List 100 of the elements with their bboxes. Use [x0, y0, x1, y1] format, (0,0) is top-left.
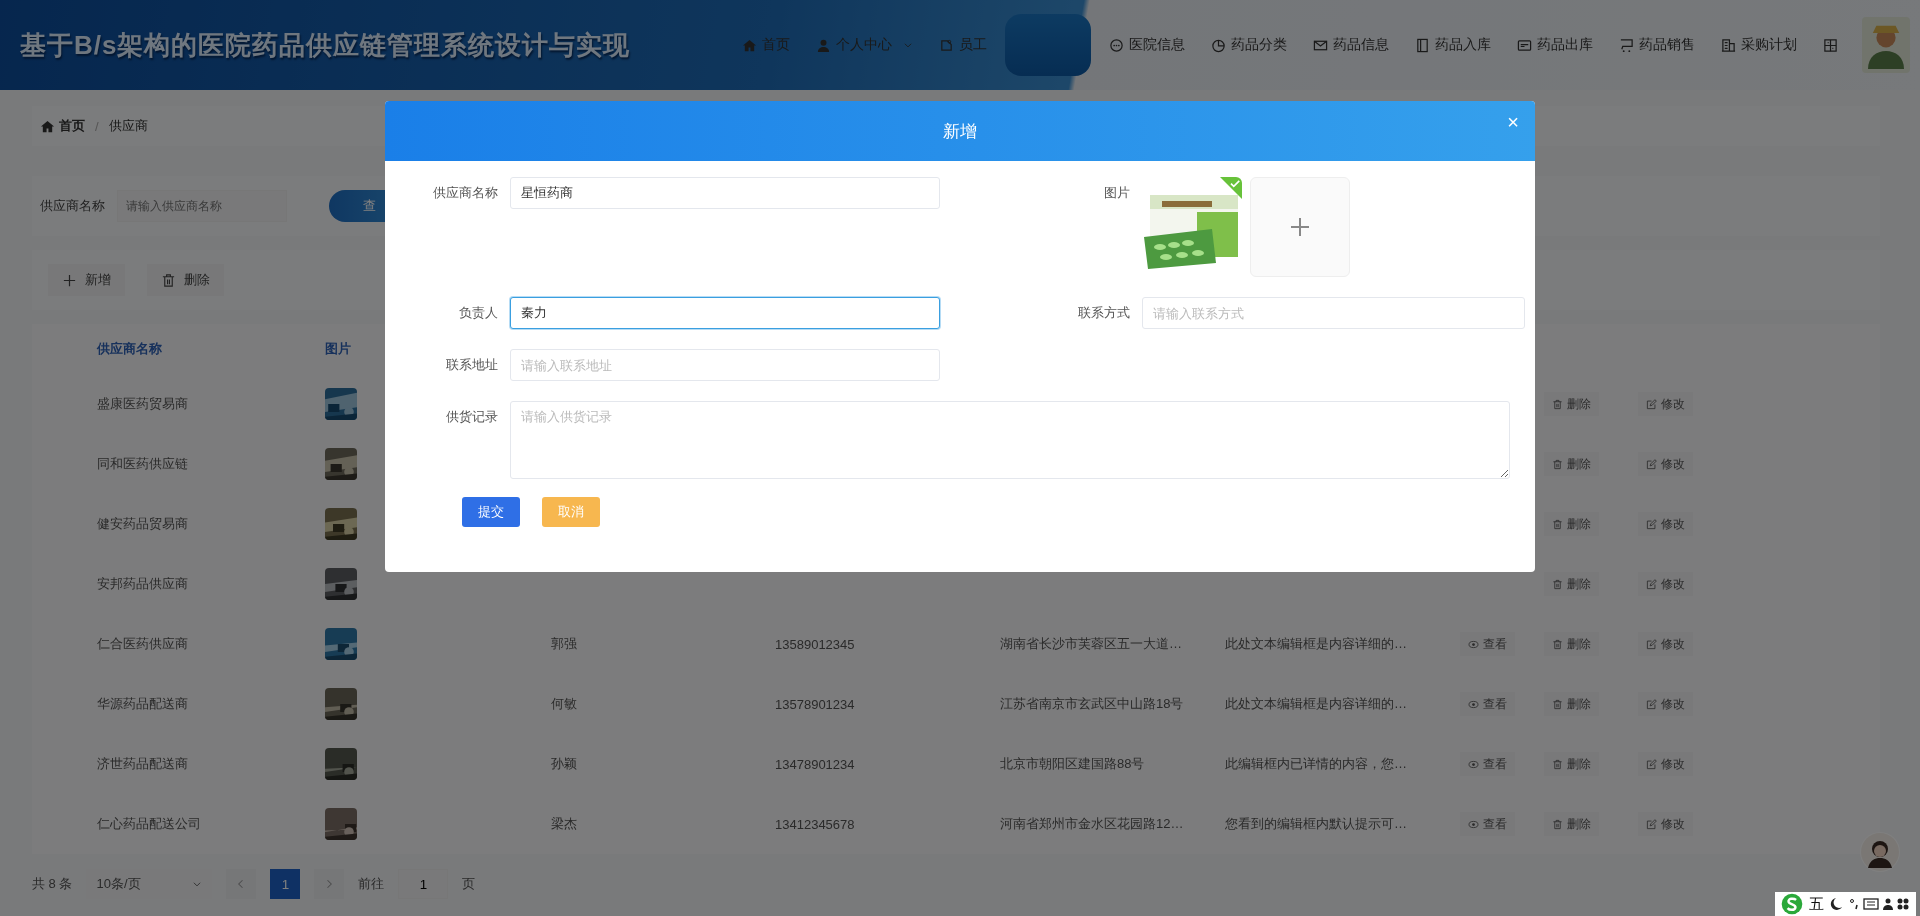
table-cell-text: 盛康医药贸易商	[97, 395, 189, 413]
search-field[interactable]: 请输入供应商名称	[117, 190, 287, 222]
edit-icon	[1646, 698, 1657, 710]
edit-icon	[1646, 518, 1657, 530]
home-icon	[40, 118, 55, 134]
home-icon	[742, 37, 757, 53]
column-header: 图片	[325, 340, 352, 358]
table-cell-text: 郭强	[551, 635, 578, 653]
pie-chart-icon	[1211, 37, 1226, 53]
site-title: 基于B/s架构的医院药品供应链管理系统设计与实现	[20, 28, 631, 62]
table-cell-text: 梁杰	[551, 815, 578, 833]
breadcrumb-separator: /	[95, 118, 99, 134]
eye-icon	[1468, 818, 1479, 830]
user-icon	[816, 37, 831, 53]
table-cell-text: 13412345678	[775, 816, 856, 832]
building-icon	[1721, 37, 1736, 53]
edit-icon	[1646, 818, 1657, 830]
edit-icon	[1646, 638, 1657, 650]
field-label: 图片	[1103, 184, 1131, 202]
dialog-title: 新增	[943, 120, 977, 143]
trash-icon	[1552, 758, 1563, 770]
card-icon	[1517, 37, 1532, 53]
trash-icon	[1552, 698, 1563, 710]
nav-item[interactable]: 药品出库	[1509, 25, 1601, 65]
close-button[interactable]: ×	[1503, 109, 1523, 136]
input-field[interactable]: 请输入联系方式	[1142, 297, 1525, 329]
goto-label: 前往	[358, 875, 385, 893]
text-area[interactable]: 请输入供货记录	[510, 401, 1510, 479]
edit-icon	[1646, 398, 1657, 410]
tag-icon	[939, 37, 954, 53]
table-cell-text: 仁合医药供应商	[97, 635, 189, 653]
input-field[interactable]: 星恒药商	[510, 177, 940, 209]
eye-icon	[1468, 698, 1479, 710]
input-field[interactable]: 请输入联系地址	[510, 349, 940, 381]
nav-item[interactable]: 药品分类	[1203, 25, 1295, 65]
eye-icon	[1468, 758, 1479, 770]
nav-item[interactable]: 医院信息	[1101, 25, 1193, 65]
field-label: 供应商名称	[40, 197, 105, 215]
breadcrumb-link[interactable]: 首页	[40, 117, 85, 135]
table-cell-text: 此编辑框内已详情的内容，您…	[1225, 755, 1408, 773]
nav-item[interactable]: 药品销售	[1611, 25, 1703, 65]
trash-icon	[161, 272, 176, 288]
avatar[interactable]	[1862, 17, 1910, 73]
cancel-button[interactable]: 取消	[542, 497, 600, 527]
table-cell-text: 同和医药供应链	[97, 455, 189, 473]
field-label: 供应商名称	[432, 184, 499, 202]
page-input[interactable]: 1	[398, 869, 449, 899]
table-cell-text: 济世药品配送商	[97, 755, 189, 773]
table-cell-text: 华源药品配送商	[97, 695, 189, 713]
edit-icon	[1646, 578, 1657, 590]
field-label: 联系方式	[1077, 304, 1131, 322]
nav-item[interactable]: 药品信息	[1305, 25, 1397, 65]
nav-item[interactable]: 采购计划	[1713, 25, 1805, 65]
book-icon	[1415, 37, 1430, 53]
edit-icon	[1646, 458, 1657, 470]
table-cell-text: 何敏	[551, 695, 578, 713]
delete-button[interactable]: 删除	[147, 264, 224, 296]
table-cell-text: 仁心药品配送公司	[97, 815, 202, 833]
edit-icon	[1646, 758, 1657, 770]
ime-logo-icon[interactable]	[1781, 893, 1803, 915]
table-cell-text: 您看到的编辑框内默认提示可…	[1225, 815, 1408, 833]
field-label: 负责人	[458, 304, 499, 322]
table-cell-text: 13478901234	[775, 756, 856, 772]
nav-item[interactable]	[1005, 14, 1091, 76]
input-mode-toggle[interactable]: 五	[1809, 894, 1824, 914]
table-cell-text: 江苏省南京市玄武区中山路18号	[1000, 695, 1185, 713]
total-count: 共 8 条	[32, 875, 73, 893]
eye-icon	[1468, 638, 1479, 650]
trash-icon	[1552, 638, 1563, 650]
table-cell-text: 13589012345	[775, 636, 856, 652]
table-cell-text: 13578901234	[775, 696, 856, 712]
submit-button[interactable]: 提交	[462, 497, 520, 527]
cart-icon	[1619, 37, 1634, 53]
chat-icon	[1109, 37, 1124, 53]
table-cell-text: 安邦药品供应商	[97, 575, 189, 593]
table-cell-text: 健安药品贸易商	[97, 515, 189, 533]
trash-icon	[1552, 398, 1563, 410]
nav-item[interactable]: 药品入库	[1407, 25, 1499, 65]
trash-icon	[1552, 578, 1563, 590]
table-cell-text: 此处文本编辑框是内容详细的…	[1225, 635, 1408, 653]
plus-icon	[1288, 215, 1312, 239]
page-number[interactable]: 1	[270, 869, 301, 899]
table-cell-text: 孙颖	[551, 755, 578, 773]
page-suffix: 页	[462, 875, 476, 893]
grid-icon	[1823, 37, 1838, 53]
input-field[interactable]: 秦力	[510, 297, 940, 329]
chat-avatar[interactable]	[1860, 832, 1900, 872]
trash-icon	[1552, 458, 1563, 470]
field-label: 供货记录	[445, 408, 499, 426]
table-cell-text: 河南省郑州市金水区花园路12…	[1000, 815, 1185, 833]
add-button[interactable]: 新增	[48, 264, 125, 296]
table-cell-text: 北京市朝阳区建国路88号	[1000, 755, 1146, 773]
caret-icon	[192, 879, 203, 889]
field-label: 联系地址	[445, 356, 499, 374]
ime-tools-icon[interactable]	[1830, 896, 1910, 912]
breadcrumb-link[interactable]: 供应商	[108, 117, 148, 135]
column-header: 供应商名称	[97, 340, 163, 358]
trash-icon	[1552, 518, 1563, 530]
trash-icon	[1552, 818, 1563, 830]
table-cell-text: 此处文本编辑框是内容详细的…	[1225, 695, 1408, 713]
